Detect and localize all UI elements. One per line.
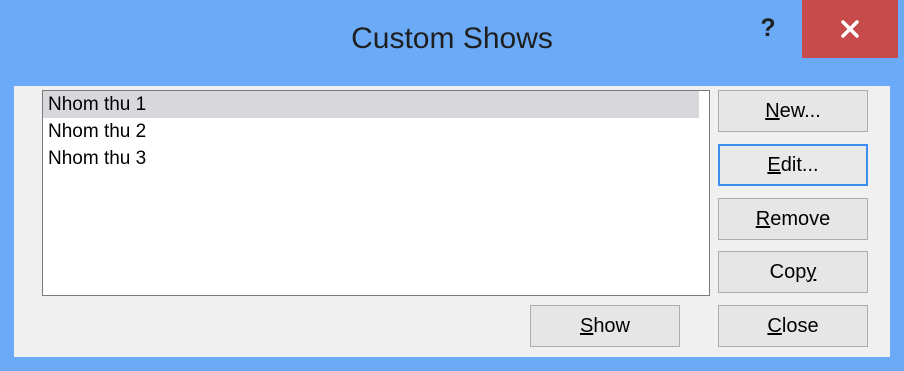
custom-shows-list[interactable]: Nhom thu 1 Nhom thu 2 Nhom thu 3: [42, 90, 710, 296]
edit-button[interactable]: Edit...: [718, 144, 868, 186]
copy-button[interactable]: Copy: [718, 251, 868, 293]
list-item[interactable]: Nhom thu 1: [43, 91, 699, 118]
title-bar[interactable]: Custom Shows ?: [0, 0, 904, 86]
access-key-mnemonic: N: [765, 100, 780, 122]
custom-shows-dialog: Custom Shows ? Nhom thu 1 Nhom thu 2 Nho…: [0, 0, 904, 371]
dialog-body: Nhom thu 1 Nhom thu 2 Nhom thu 3 New... …: [14, 86, 890, 357]
close-icon: [841, 20, 859, 38]
show-button[interactable]: Show: [530, 305, 680, 347]
close-button[interactable]: Close: [718, 305, 868, 347]
access-key-mnemonic: R: [755, 208, 771, 230]
remove-button[interactable]: Remove: [718, 198, 868, 240]
access-key-mnemonic: S: [579, 315, 594, 337]
new-button[interactable]: New...: [718, 90, 868, 132]
help-button[interactable]: ?: [748, 6, 788, 50]
list-item[interactable]: Nhom thu 2: [43, 118, 709, 145]
list-item[interactable]: Nhom thu 3: [43, 145, 709, 172]
access-key-mnemonic: y: [806, 261, 817, 283]
access-key-mnemonic: E: [767, 154, 781, 176]
close-window-button[interactable]: [802, 0, 898, 58]
access-key-mnemonic: C: [767, 315, 782, 337]
